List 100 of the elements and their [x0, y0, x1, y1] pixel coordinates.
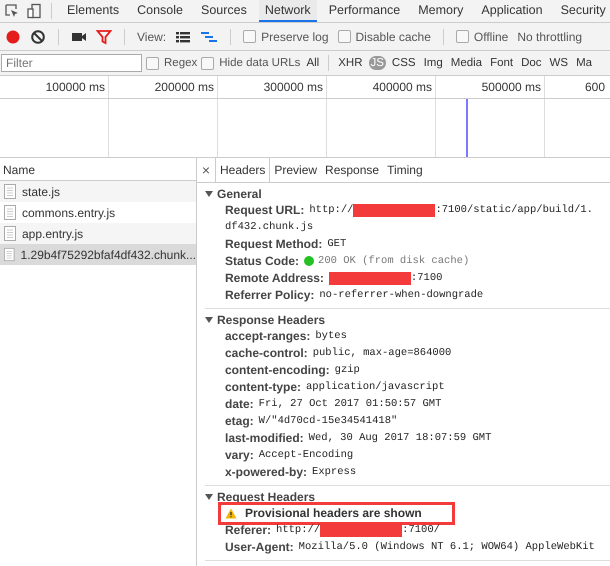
section-title: General: [217, 186, 262, 200]
header-value: GET: [327, 238, 346, 250]
header-name: Request URL:: [225, 203, 304, 217]
expand-triangle-icon[interactable]: [205, 316, 213, 324]
devtools-tab[interactable]: Console: [131, 0, 189, 22]
header-value: W/"4d70cd-15e34541418": [258, 415, 398, 427]
section-title: Response Headers: [217, 312, 326, 326]
warning-text: Provisional headers are shown: [245, 505, 422, 522]
header-value: bytes: [315, 330, 347, 342]
time-tick-label: 500000 ms: [482, 80, 541, 94]
header-name: vary:: [225, 448, 254, 462]
header-value: Express: [312, 466, 356, 478]
devtools-tab[interactable]: Memory: [412, 0, 470, 22]
header-name: User-Agent:: [225, 540, 294, 554]
close-button[interactable]: ×: [197, 158, 215, 182]
file-icon: [4, 205, 16, 220]
details-tab[interactable]: Timing: [383, 158, 427, 182]
checkbox-label: Hide data URLs: [219, 57, 300, 69]
details-tab[interactable]: Preview: [270, 158, 322, 182]
device-mode-icon[interactable]: [26, 3, 42, 19]
devtools-tab[interactable]: Network: [258, 0, 317, 22]
header-value: :7100: [410, 272, 442, 284]
section-title: Request Headers: [217, 490, 316, 504]
header-value: public, max-age=864000: [312, 347, 452, 359]
checkbox-label: Preserve log: [261, 30, 329, 44]
details-tab[interactable]: Headers: [215, 158, 270, 182]
checkbox[interactable]: [201, 56, 214, 70]
header-value: http://: [276, 524, 320, 536]
header-name: Status Code:: [225, 254, 300, 268]
header-value: Accept-Encoding: [258, 449, 354, 461]
request-marker: [466, 99, 468, 157]
checkbox[interactable]: [338, 30, 351, 43]
clear-icon[interactable]: [30, 28, 46, 44]
type-filter[interactable]: WS: [548, 56, 570, 70]
devtools-tab[interactable]: Application: [475, 0, 549, 22]
header-value: application/javascript: [306, 381, 445, 393]
header-name: etag:: [225, 414, 254, 428]
request-name: app.entry.js: [22, 226, 84, 240]
status-dot: [304, 256, 314, 266]
type-filter[interactable]: Doc: [519, 56, 544, 70]
filter-field[interactable]: Filter: [1, 54, 142, 72]
time-tick-label: 300000 ms: [264, 80, 323, 94]
warning-icon: [225, 508, 237, 519]
header-value: Mozilla/5.0 (Windows NT 6.1; WOW64) AppleWebKit: [298, 541, 595, 553]
request-name: 1.29b4f75292bfaf4df432.chunk...: [20, 248, 196, 262]
checkbox[interactable]: [146, 56, 159, 70]
header-name: content-type:: [225, 380, 301, 394]
header-value: :7100/static/app/build/1.: [435, 204, 593, 216]
header-name: Request Method:: [225, 237, 322, 251]
type-filter[interactable]: Img: [422, 56, 445, 70]
checkbox-label: Regex: [164, 57, 198, 69]
header-name: cache-control:: [225, 346, 308, 360]
header-name: date:: [225, 397, 254, 411]
devtools-tab[interactable]: Sources: [194, 0, 253, 22]
time-tick-label: 100000 ms: [46, 80, 105, 94]
header-name: content-encoding:: [225, 363, 330, 377]
checkbox[interactable]: [243, 30, 256, 43]
details-tab[interactable]: Response: [321, 158, 384, 182]
type-filter[interactable]: Ma: [574, 56, 594, 70]
time-tick-label: 600: [585, 80, 606, 94]
type-filter[interactable]: Font: [488, 56, 516, 70]
request-name: state.js: [22, 184, 60, 198]
header-name: Referer:: [225, 523, 272, 537]
request-row[interactable]: app.entry.js: [0, 223, 196, 244]
request-name: commons.entry.js: [22, 206, 116, 220]
header-value: 200 OK (from disk cache): [318, 255, 470, 267]
type-filter[interactable]: Media: [448, 56, 484, 70]
view-label: View:: [137, 30, 166, 44]
header-value: http://: [309, 204, 354, 216]
request-row[interactable]: state.js: [0, 181, 196, 202]
header-name: accept-ranges:: [225, 329, 310, 343]
expand-triangle-icon[interactable]: [205, 492, 213, 500]
type-filter[interactable]: CSS: [390, 56, 418, 70]
record-button[interactable]: [5, 28, 21, 44]
type-filter[interactable]: XHR: [336, 56, 364, 70]
request-row[interactable]: commons.entry.js: [0, 202, 196, 223]
time-tick-label: 400000 ms: [372, 80, 432, 94]
time-tick-label: 200000 ms: [154, 80, 214, 94]
header-name: last-modified:: [225, 431, 304, 445]
checkbox-label: Offline: [474, 30, 508, 44]
header-value: no-referrer-when-downgrade: [319, 289, 484, 301]
filter-icon[interactable]: [96, 28, 112, 44]
file-icon: [4, 247, 15, 262]
header-name: Referrer Policy:: [225, 288, 314, 302]
header-value: df432.chunk.js: [225, 221, 314, 233]
devtools-tab[interactable]: Performance: [322, 0, 406, 22]
header-value: :7100/: [402, 524, 440, 536]
header-name: x-powered-by:: [225, 465, 308, 479]
file-icon: [4, 226, 16, 241]
checkbox[interactable]: [456, 30, 469, 43]
header-value: Wed, 30 Aug 2017 18:07:59 GMT: [308, 432, 492, 444]
request-row[interactable]: 1.29b4f75292bfaf4df432.chunk...: [0, 244, 196, 265]
header-name: Remote Address:: [225, 271, 324, 285]
type-filter[interactable]: All: [304, 56, 322, 70]
devtools-tab[interactable]: Elements: [61, 0, 126, 22]
inspect-cursor-icon[interactable]: [4, 3, 20, 19]
throttling-dropdown[interactable]: No throttling: [517, 30, 582, 44]
devtools-tab[interactable]: Security: [554, 0, 610, 22]
header-value: Fri, 27 Oct 2017 01:50:57 GMT: [258, 398, 442, 410]
expand-triangle-icon[interactable]: [205, 190, 213, 198]
